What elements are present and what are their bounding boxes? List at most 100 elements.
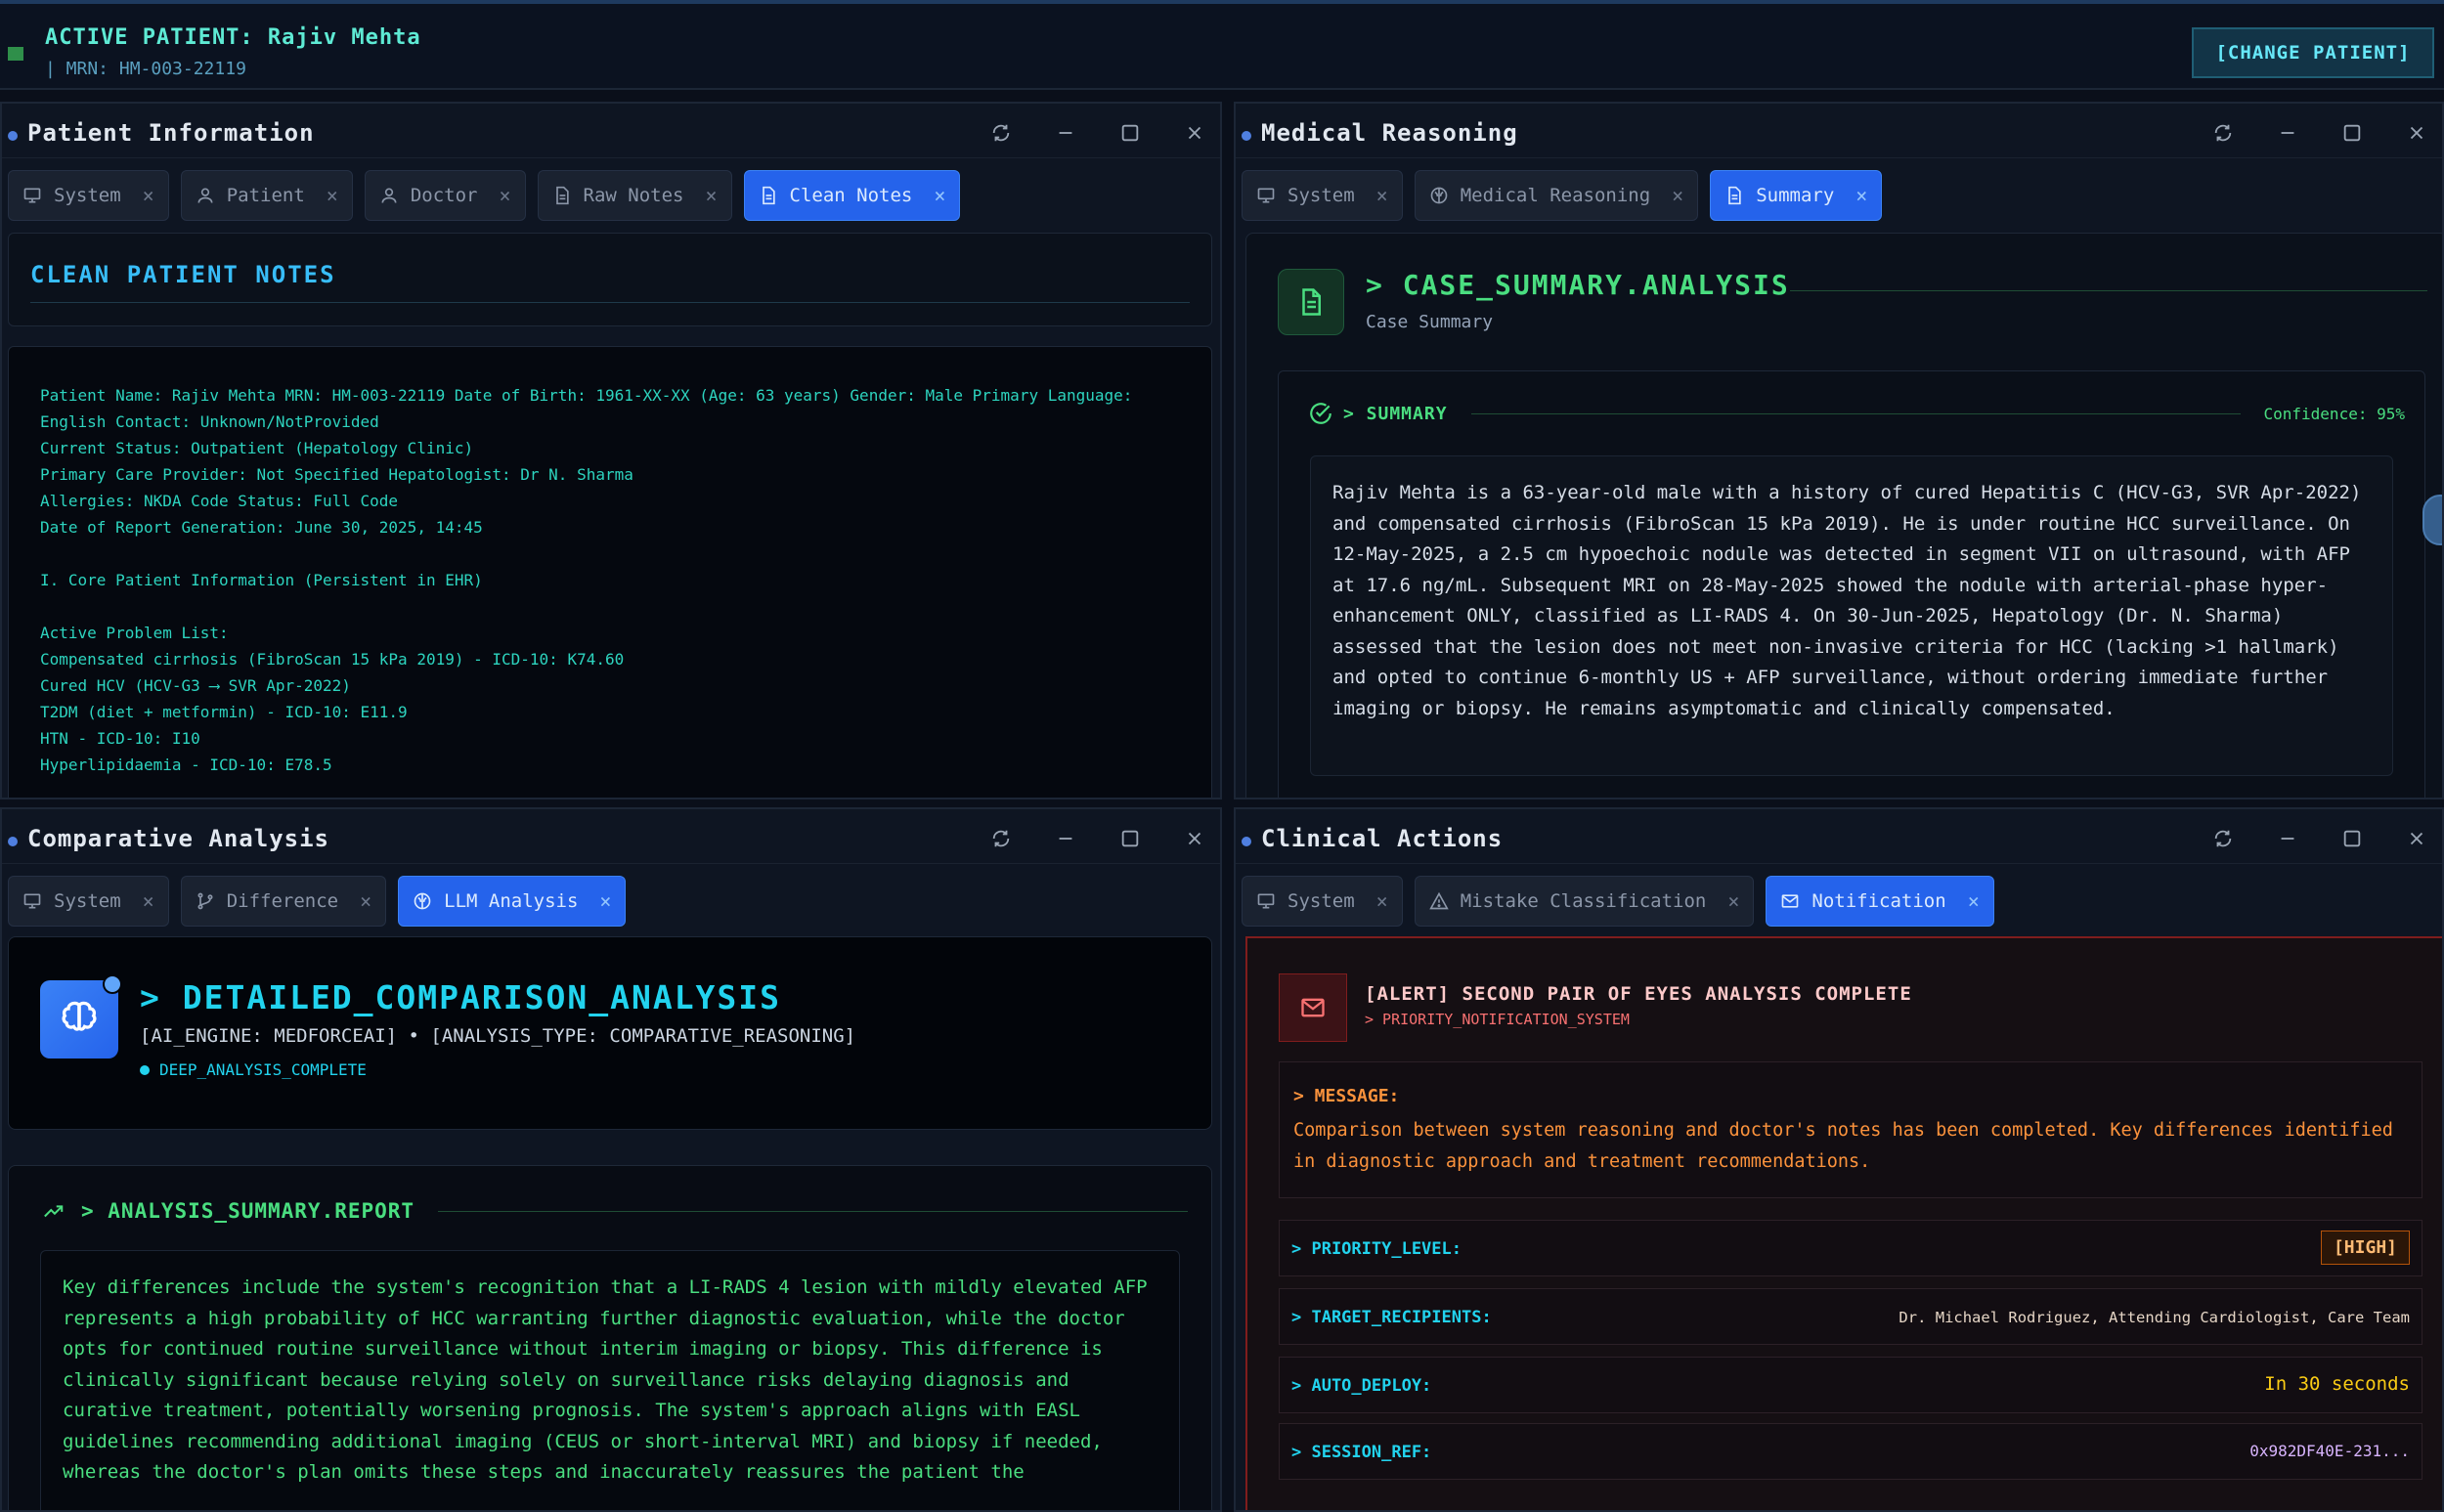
close-icon[interactable] [1179, 823, 1210, 854]
close-tab-icon[interactable]: × [1855, 184, 1867, 207]
close-icon[interactable] [1179, 117, 1210, 149]
analysis-summary-label: > ANALYSIS_SUMMARY.REPORT [81, 1199, 415, 1223]
tab-bar: System × Patient × Doctor × Raw Notes × … [8, 170, 961, 221]
patient-notes-text: Patient Name: Rajiv Mehta MRN: HM-003-22… [40, 386, 1133, 774]
refresh-icon[interactable] [2207, 823, 2239, 854]
close-tab-icon[interactable]: × [143, 889, 154, 913]
tab-summary[interactable]: Summary × [1710, 170, 1883, 221]
document-icon [552, 186, 572, 205]
close-tab-icon[interactable]: × [1672, 184, 1683, 207]
tab-system[interactable]: System × [1242, 876, 1403, 927]
maximize-icon[interactable] [2336, 823, 2368, 854]
panel-indicator [1242, 131, 1251, 141]
target-recipients-row: > TARGET_RECIPIENTS: Dr. Michael Rodrigu… [1279, 1288, 2422, 1345]
minimize-icon[interactable] [1050, 117, 1081, 149]
tab-llm-analysis[interactable]: LLM Analysis × [398, 876, 627, 927]
tab-patient[interactable]: Patient × [180, 170, 353, 221]
case-summary-card: > CASE_SUMMARY.ANALYSIS Case Summary > S… [1245, 233, 2442, 798]
divider [30, 302, 1190, 303]
close-icon[interactable] [2401, 117, 2432, 149]
tab-label: Raw Notes [583, 185, 684, 206]
tab-notification[interactable]: Notification × [1766, 876, 1994, 927]
tab-label: Patient [226, 185, 305, 206]
minimize-icon[interactable] [2272, 117, 2303, 149]
refresh-icon[interactable] [985, 117, 1017, 149]
close-tab-icon[interactable]: × [143, 184, 154, 207]
document-icon [759, 186, 778, 205]
close-tab-icon[interactable]: × [1376, 184, 1388, 207]
maximize-icon[interactable] [1114, 823, 1146, 854]
tab-bar: System × Difference × LLM Analysis × [8, 876, 627, 927]
tab-label: System [54, 185, 121, 206]
assistant-avatar[interactable] [2422, 495, 2442, 545]
priority-level-row: > PRIORITY_LEVEL: [HIGH] [1279, 1220, 2422, 1276]
close-tab-icon[interactable]: × [934, 184, 945, 207]
close-icon[interactable] [2401, 823, 2432, 854]
panel-indicator [8, 837, 18, 846]
tab-mistake-classification[interactable]: Mistake Classification × [1414, 876, 1755, 927]
clinical-actions-panel: Clinical Actions System × Mistake Classi… [1234, 807, 2444, 1512]
change-patient-button[interactable]: [CHANGE PATIENT] [2192, 27, 2434, 78]
tab-doctor[interactable]: Doctor × [364, 170, 526, 221]
divider [1470, 412, 2241, 414]
summary-text-box[interactable]: Rajiv Mehta is a 63-year-old male with a… [1310, 455, 2393, 776]
auto-deploy-value: In 30 seconds [2264, 1373, 2410, 1395]
user-icon [196, 186, 215, 205]
close-tab-icon[interactable]: × [499, 184, 510, 207]
close-tab-icon[interactable]: × [1376, 889, 1388, 913]
tab-system[interactable]: System × [1242, 170, 1403, 221]
close-tab-icon[interactable]: × [327, 184, 338, 207]
panel-header: Patient Information [2, 104, 1220, 158]
status-indicator [8, 47, 23, 61]
close-tab-icon[interactable]: × [599, 889, 611, 913]
mail-icon [1279, 973, 1347, 1042]
mail-icon [1780, 891, 1800, 911]
tab-medical-reasoning[interactable]: Medical Reasoning × [1414, 170, 1699, 221]
analysis-report-box[interactable]: Key differences include the system's rec… [40, 1250, 1180, 1510]
close-tab-icon[interactable]: × [705, 184, 717, 207]
alert-title: [ALERT] SECOND PAIR OF EYES ANALYSIS COM… [1365, 983, 1912, 1005]
patient-information-panel: Patient Information System × Patient × D… [0, 102, 1222, 799]
minimize-icon[interactable] [1050, 823, 1081, 854]
case-summary-subtitle: Case Summary [1366, 312, 1494, 332]
tab-system[interactable]: System × [8, 876, 169, 927]
tab-raw-notes[interactable]: Raw Notes × [537, 170, 732, 221]
auto-deploy-row: > AUTO_DEPLOY: In 30 seconds [1279, 1357, 2422, 1413]
priority-badge: [HIGH] [2320, 1231, 2410, 1265]
panel-title: Comparative Analysis [27, 825, 329, 852]
panel-header: Comparative Analysis [2, 809, 1220, 864]
warning-icon [1428, 891, 1449, 911]
maximize-icon[interactable] [1114, 117, 1146, 149]
active-patient-bar: ACTIVE PATIENT: Rajiv Mehta | MRN: HM-00… [0, 0, 2444, 90]
refresh-icon[interactable] [2207, 117, 2239, 149]
tab-system[interactable]: System × [8, 170, 169, 221]
tab-label: System [1287, 185, 1355, 206]
message-text: Comparison between system reasoning and … [1293, 1120, 2393, 1172]
target-recipients-label: > TARGET_RECIPIENTS: [1291, 1308, 1492, 1327]
refresh-icon[interactable] [985, 823, 1017, 854]
minimize-icon[interactable] [2272, 823, 2303, 854]
tab-label: Medical Reasoning [1460, 185, 1651, 206]
session-ref-row: > SESSION_REF: 0x982DF40E-231... [1279, 1423, 2422, 1480]
panel-header: Medical Reasoning [1236, 104, 2442, 158]
tab-label: Difference [226, 890, 339, 912]
tab-difference[interactable]: Difference × [180, 876, 387, 927]
comparative-analysis-panel: Comparative Analysis System × Difference… [0, 807, 1222, 1512]
branch-icon [196, 891, 215, 911]
confidence-score: Confidence: 95% [2263, 404, 2406, 423]
close-tab-icon[interactable]: × [1968, 889, 1980, 913]
session-ref-value: 0x982DF40E-231... [2249, 1442, 2410, 1460]
close-tab-icon[interactable]: × [1727, 889, 1739, 913]
panel-title: Clinical Actions [1261, 825, 1504, 852]
analysis-status-label: DEEP_ANALYSIS_COMPLETE [159, 1060, 367, 1079]
patient-notes-box[interactable]: Patient Name: Rajiv Mehta MRN: HM-003-22… [8, 346, 1212, 798]
clean-notes-header: CLEAN PATIENT NOTES [8, 233, 1212, 326]
panel-indicator [1242, 837, 1251, 846]
panel-indicator [8, 131, 18, 141]
maximize-icon[interactable] [2336, 117, 2368, 149]
tab-clean-notes[interactable]: Clean Notes × [743, 170, 961, 221]
monitor-icon [22, 891, 42, 911]
close-tab-icon[interactable]: × [360, 889, 371, 913]
monitor-icon [1256, 891, 1276, 911]
panel-header: Clinical Actions [1236, 809, 2442, 864]
